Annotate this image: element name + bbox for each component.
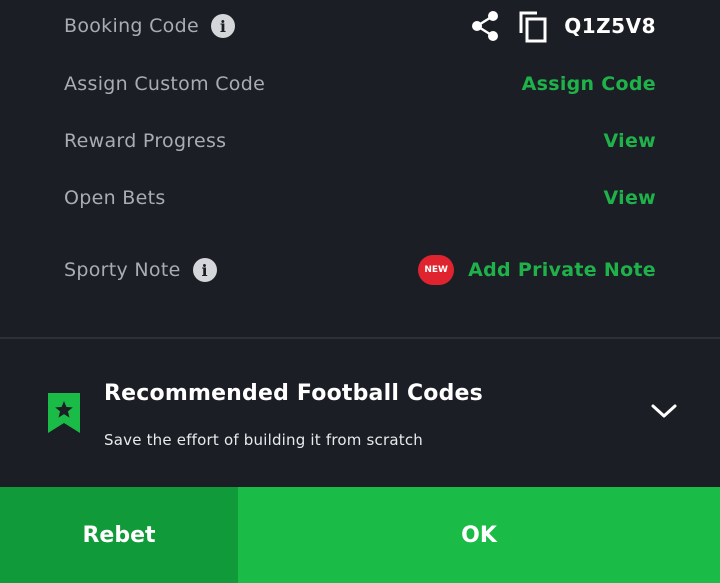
open-bets-label: Open Bets <box>64 187 166 209</box>
bookmark-star-icon <box>47 392 81 438</box>
sporty-note-row: Sporty Note i NEW Add Private Note <box>64 250 656 290</box>
new-badge: NEW <box>418 255 455 285</box>
info-icon[interactable]: i <box>210 14 235 38</box>
share-icon[interactable] <box>468 9 502 43</box>
footer-actions: Rebet OK <box>0 487 720 583</box>
booking-code-row: Booking Code i Q1Z5V8 <box>64 6 656 46</box>
assign-code-row: Assign Custom Code Assign Code <box>64 64 656 104</box>
rebet-button[interactable]: Rebet <box>0 487 238 583</box>
recommended-subtitle: Save the effort of building it from scra… <box>104 431 423 449</box>
booking-code-label-group: Booking Code i <box>64 14 235 38</box>
sporty-note-actions: NEW Add Private Note <box>418 255 656 285</box>
booking-code-label: Booking Code <box>64 15 199 37</box>
add-private-note-link[interactable]: Add Private Note <box>468 259 656 281</box>
recommended-codes-panel[interactable]: Recommended Football Codes Save the effo… <box>0 339 720 487</box>
reward-progress-view-link[interactable]: View <box>603 130 656 152</box>
open-bets-view-link[interactable]: View <box>603 187 656 209</box>
assign-code-link[interactable]: Assign Code <box>522 73 656 95</box>
recommended-title: Recommended Football Codes <box>104 381 483 406</box>
reward-progress-row: Reward Progress View <box>64 121 656 161</box>
open-bets-row: Open Bets View <box>64 178 656 218</box>
booking-code-actions: Q1Z5V8 <box>468 9 656 43</box>
ok-button[interactable]: OK <box>238 487 720 583</box>
reward-progress-label: Reward Progress <box>64 130 227 152</box>
sporty-note-label-group: Sporty Note i <box>64 258 217 282</box>
assign-code-label: Assign Custom Code <box>64 73 266 95</box>
booking-code-value: Q1Z5V8 <box>564 14 656 38</box>
info-icon[interactable]: i <box>192 258 217 282</box>
sporty-note-label: Sporty Note <box>64 259 181 281</box>
chevron-down-icon[interactable] <box>650 401 678 421</box>
copy-icon[interactable] <box>516 9 550 43</box>
